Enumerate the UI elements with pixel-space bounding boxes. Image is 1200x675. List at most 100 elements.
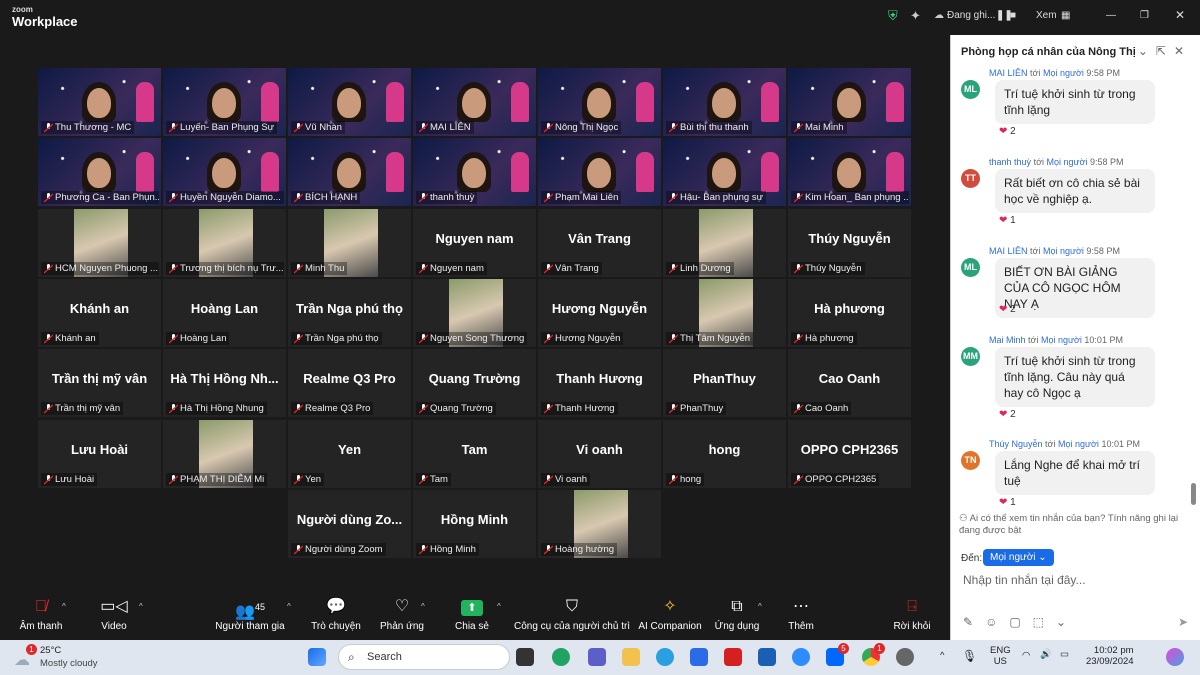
audio-options-caret[interactable]: ^ bbox=[62, 602, 66, 611]
microphone-icon[interactable]: 🎙 bbox=[962, 649, 977, 663]
apps-button[interactable]: ⧉ Ứng dụng bbox=[712, 596, 762, 632]
participant-tile[interactable]: PhanThuy PhanThuy bbox=[663, 349, 786, 417]
leave-button[interactable]: ⍈ Rời khỏi bbox=[890, 596, 934, 632]
participant-tile[interactable]: Quang Trường Quang Trường bbox=[413, 349, 536, 417]
grid-view-icon[interactable]: ▦ bbox=[1061, 10, 1070, 21]
participants-button[interactable]: 👥45 Người tham gia bbox=[214, 596, 286, 632]
reaction-badge[interactable]: ❤ 2 bbox=[999, 409, 1016, 420]
share-button[interactable]: ⬆ Chia sẻ bbox=[452, 596, 492, 632]
participants-options-caret[interactable]: ^ bbox=[287, 602, 291, 611]
participant-tile[interactable]: Mai Minh bbox=[788, 68, 911, 136]
participant-tile[interactable]: Nguyen Song Thương bbox=[413, 279, 536, 347]
task-view-icon[interactable] bbox=[516, 648, 534, 666]
participant-tile[interactable]: Cao Oanh Cao Oanh bbox=[788, 349, 911, 417]
participant-tile[interactable]: Hà phương Hà phương bbox=[788, 279, 911, 347]
teams-icon[interactable] bbox=[588, 648, 606, 666]
stop-record-icon[interactable]: ■ bbox=[1010, 10, 1016, 21]
view-button[interactable]: Xem bbox=[1036, 10, 1057, 21]
host-tools-button[interactable]: ⛉ Công cụ của người chủ trì bbox=[514, 596, 630, 632]
clock[interactable]: 10:02 pm 23/09/2024 bbox=[1086, 645, 1134, 667]
recipient-dropdown[interactable]: Mọi người ⌄ bbox=[983, 549, 1054, 566]
participant-tile[interactable]: Yen Yen bbox=[288, 420, 411, 488]
windows-start-icon[interactable] bbox=[308, 648, 326, 666]
reaction-badge[interactable]: ❤ 2 bbox=[999, 126, 1016, 137]
close-icon[interactable]: ✕ bbox=[1175, 8, 1185, 22]
participant-tile[interactable]: Hồng Minh Hồng Minh bbox=[413, 490, 536, 558]
shield-check-icon[interactable]: ⛨ bbox=[888, 8, 898, 24]
zalo-icon[interactable]: 5 bbox=[826, 643, 849, 666]
message-bubble[interactable]: Lắng Nghe để khai mở trí tuệ bbox=[995, 451, 1155, 495]
reaction-badge[interactable]: ❤ 1 bbox=[999, 497, 1016, 508]
chat-scrollbar[interactable] bbox=[1191, 483, 1196, 505]
audio-button[interactable]: 🎙̸ Âm thanh bbox=[18, 596, 64, 632]
more-button[interactable]: ⋯ Thêm bbox=[782, 596, 820, 632]
chat-input[interactable]: Nhập tin nhắn tại đây... bbox=[963, 573, 1086, 587]
participant-tile[interactable]: MAI LIÊN bbox=[413, 68, 536, 136]
video-button[interactable]: ▭◁ Video bbox=[96, 596, 132, 632]
edge-icon[interactable] bbox=[552, 648, 570, 666]
participant-tile[interactable]: Hương Nguyễn Hương Nguyễn bbox=[538, 279, 661, 347]
participant-tile[interactable]: HCM Nguyen Phuong ... bbox=[38, 209, 161, 277]
participant-tile[interactable]: thanh thuỳ bbox=[413, 138, 536, 206]
chrome-icon[interactable]: 1 bbox=[862, 643, 885, 666]
chat-button[interactable]: 💬 Trò chuyện bbox=[310, 596, 362, 632]
participant-tile[interactable]: Kim Hoan_ Ban phụng ... bbox=[788, 138, 911, 206]
participant-tile[interactable]: Thúy Nguyễn Thúy Nguyễn bbox=[788, 209, 911, 277]
participant-tile[interactable]: Khánh an Khánh an bbox=[38, 279, 161, 347]
participant-tile[interactable]: Hậu- Ban phụng sự bbox=[663, 138, 786, 206]
participant-tile[interactable]: Realme Q3 Pro Realme Q3 Pro bbox=[288, 349, 411, 417]
participant-tile[interactable]: Bùi thị thu thanh bbox=[663, 68, 786, 136]
battery-icon[interactable]: ▭ bbox=[1060, 649, 1069, 660]
mytv-icon[interactable] bbox=[690, 648, 708, 666]
taskbar-search[interactable]: ⌕ Search bbox=[338, 644, 510, 670]
participant-tile[interactable]: Tam Tam bbox=[413, 420, 536, 488]
mcafee-icon[interactable] bbox=[724, 648, 742, 666]
participant-tile[interactable]: Trương thị bích nụ Trư... bbox=[163, 209, 286, 277]
participant-tile[interactable]: Thị Tâm Nguyễn bbox=[663, 279, 786, 347]
participant-tile[interactable]: PHẠM THỊ DIỄM Mi bbox=[163, 420, 286, 488]
close-icon[interactable]: ✕ bbox=[1174, 44, 1192, 58]
reaction-badge[interactable]: ❤ 1 bbox=[999, 215, 1016, 226]
participant-tile[interactable]: Thanh Hương Thanh Hương bbox=[538, 349, 661, 417]
participant-tile[interactable]: Minh Thu bbox=[288, 209, 411, 277]
participant-tile[interactable]: Thu Thương - MC bbox=[38, 68, 161, 136]
app-icon-2[interactable] bbox=[896, 648, 914, 666]
participant-tile[interactable]: Phạm Mai Liên bbox=[538, 138, 661, 206]
ai-companion-button[interactable]: ✧ AI Companion bbox=[636, 596, 704, 632]
emoji-icon[interactable]: ☺ bbox=[985, 615, 1009, 629]
participant-tile[interactable]: Hà Thị Hồng Nh... Hà Thị Hồng Nhung bbox=[163, 349, 286, 417]
participant-tile[interactable]: Huyền Nguyễn Diamo... bbox=[163, 138, 286, 206]
message-bubble[interactable]: Trí tuệ khởi sinh từ trong tĩnh lặng bbox=[995, 80, 1155, 124]
participant-tile[interactable]: Linh Dương bbox=[663, 209, 786, 277]
participant-tile[interactable]: Luyến- Ban Phụng Sự bbox=[163, 68, 286, 136]
screenshot-icon[interactable]: ⬚ bbox=[1033, 615, 1056, 629]
copilot-icon[interactable] bbox=[1166, 648, 1184, 666]
reactions-button[interactable]: ♡ Phản ứng bbox=[378, 596, 426, 632]
format-icon[interactable]: ✎ bbox=[963, 615, 985, 629]
reactions-options-caret[interactable]: ^ bbox=[421, 602, 425, 611]
participant-tile[interactable]: Nông Thị Ngọc bbox=[538, 68, 661, 136]
participant-tile[interactable]: Phương Ca - Ban Phụn... bbox=[38, 138, 161, 206]
language-indicator[interactable]: ENG US bbox=[990, 645, 1011, 667]
chevron-up-icon[interactable]: ^ bbox=[940, 650, 944, 661]
zoom-taskbar-icon[interactable] bbox=[792, 648, 810, 666]
sparkle-icon[interactable]: ✦ bbox=[910, 8, 921, 24]
send-icon[interactable]: ➤ bbox=[1178, 615, 1188, 629]
participant-tile[interactable]: Hoàng hường bbox=[538, 490, 661, 558]
popout-icon[interactable]: ⇱ bbox=[1156, 44, 1174, 58]
speaker-icon[interactable]: 🔊 bbox=[1040, 649, 1052, 660]
more-icon[interactable]: ⌄ bbox=[1056, 615, 1078, 629]
participant-tile[interactable]: Trần thị mỹ vân Trần thị mỹ vân bbox=[38, 349, 161, 417]
participant-tile[interactable]: Người dùng Zo... Người dùng Zoom bbox=[288, 490, 411, 558]
participant-tile[interactable]: Hoàng Lan Hoàng Lan bbox=[163, 279, 286, 347]
participant-tile[interactable]: Nguyen nam Nguyen nam bbox=[413, 209, 536, 277]
participant-tile[interactable]: Lưu Hoài Lưu Hoài bbox=[38, 420, 161, 488]
message-bubble[interactable]: Rất biết ơn cô chia sẻ bài học về nghiệp… bbox=[995, 169, 1155, 213]
participant-tile[interactable]: Trần Nga phú thọ Trần Nga phú thọ bbox=[288, 279, 411, 347]
apps-options-caret[interactable]: ^ bbox=[758, 602, 762, 611]
wifi-icon[interactable]: ◠ bbox=[1022, 650, 1030, 661]
store-icon[interactable] bbox=[758, 648, 776, 666]
chevron-down-icon[interactable]: ⌄ bbox=[1138, 44, 1156, 58]
participant-tile[interactable]: Vi oanh Vi oanh bbox=[538, 420, 661, 488]
message-bubble[interactable]: BIẾT ƠN BÀI GIẢNG CỦA CÔ NGỌC HÔM NAY Ạ bbox=[995, 258, 1155, 318]
